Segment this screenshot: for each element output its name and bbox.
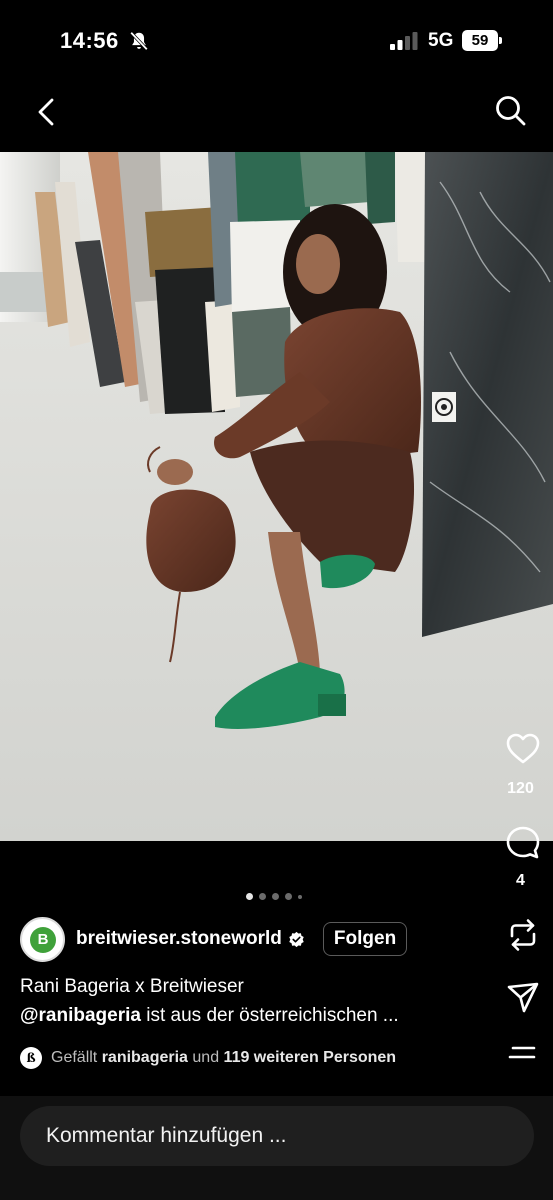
chevron-left-icon[interactable] — [30, 94, 66, 130]
comment-bubble-icon — [506, 826, 540, 859]
paper-plane-icon — [507, 982, 539, 1013]
post-photo-illustration — [0, 152, 553, 841]
post-image[interactable] — [0, 152, 553, 841]
likes-others[interactable]: 119 weiteren Personen — [224, 1049, 397, 1067]
battery-nub — [499, 37, 502, 44]
username[interactable]: breitwieser.stoneworld — [76, 928, 282, 950]
likes-mid: und — [187, 1049, 224, 1066]
avatar[interactable]: B — [20, 916, 65, 962]
network-type: 5G — [428, 30, 454, 51]
comment-input[interactable]: Kommentar hinzufügen ... — [20, 1106, 534, 1166]
caption-rest: ist aus der österreichischen ... — [140, 1005, 399, 1026]
signal-bars-icon — [390, 32, 418, 50]
status-time: 14:56 — [60, 28, 119, 53]
avatar-logo: B — [30, 926, 56, 953]
search-icon[interactable] — [492, 92, 530, 130]
author-row: B breitwieser.stoneworld Folgen — [20, 915, 408, 963]
repost-icon — [510, 919, 536, 951]
heart-icon — [506, 733, 540, 764]
top-nav — [0, 80, 553, 152]
likes-user[interactable]: ranibageria — [102, 1049, 188, 1067]
status-bar: 14:56 5G 59 — [0, 0, 553, 80]
caption-mention[interactable]: @ranibageria — [20, 1005, 141, 1026]
more-button[interactable] — [493, 1038, 553, 1068]
menu-lines-icon — [508, 1046, 536, 1059]
carousel-indicator — [246, 893, 306, 903]
bell-muted-icon — [130, 31, 148, 51]
battery-level: 59 — [462, 30, 498, 51]
liker-avatar: ß — [20, 1047, 42, 1069]
caption-title: Rani Bageria x Breitwieser — [20, 976, 244, 997]
likes-summary[interactable]: ß Gefällt ranibageria und 119 weiteren P… — [20, 1046, 396, 1070]
comments-count: 4 — [516, 872, 525, 889]
carousel-dot — [298, 895, 302, 899]
carousel-dot-active — [246, 893, 253, 900]
caption-text[interactable]: @ranibageria ist aus der österreichische… — [20, 1005, 399, 1027]
verified-badge-icon — [289, 931, 304, 947]
likes-count: 120 — [507, 780, 534, 797]
likes-prefix: Gefällt — [51, 1049, 102, 1066]
comment-button[interactable] — [493, 824, 553, 862]
repost-button[interactable] — [493, 916, 553, 954]
carousel-dot — [259, 893, 266, 900]
carousel-dot — [272, 893, 279, 900]
share-button[interactable] — [493, 978, 553, 1016]
carousel-dot — [285, 893, 292, 900]
comment-bar: Kommentar hinzufügen ... — [0, 1096, 553, 1200]
follow-button[interactable]: Folgen — [322, 922, 408, 956]
like-button[interactable] — [493, 730, 553, 768]
